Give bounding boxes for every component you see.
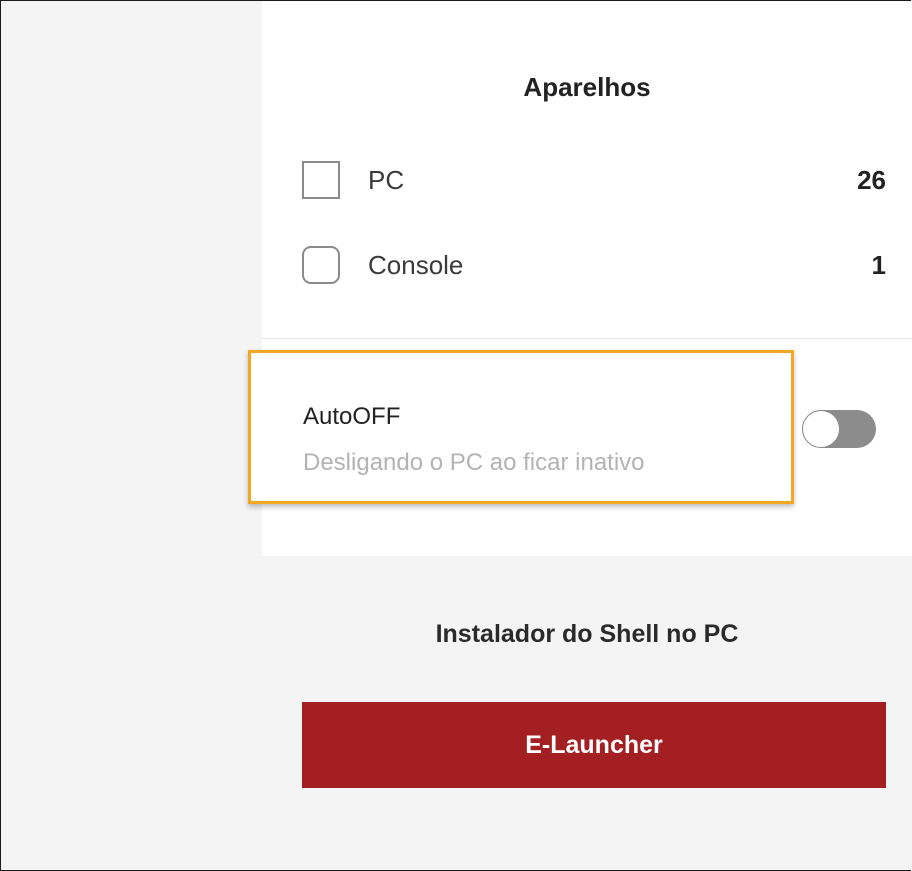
autooff-toggle[interactable] — [802, 410, 876, 448]
device-count-pc: 26 — [857, 164, 886, 195]
pc-checkbox[interactable] — [302, 161, 340, 199]
device-label-console: Console — [368, 249, 464, 280]
autooff-highlight-box: AutoOFF Desligando o PC ao ficar inativo — [248, 350, 794, 504]
toggle-knob — [802, 410, 840, 448]
e-launcher-button[interactable]: E-Launcher — [302, 702, 886, 788]
console-checkbox[interactable] — [302, 246, 340, 284]
device-filter-pc[interactable]: PC 26 — [302, 160, 886, 200]
autooff-description: Desligando o PC ao ficar inativo — [303, 449, 645, 476]
device-count-console: 1 — [871, 249, 886, 280]
section-divider — [262, 338, 912, 339]
device-filter-console[interactable]: Console 1 — [302, 245, 886, 285]
devices-section-title: Aparelhos — [523, 72, 651, 102]
autooff-title: AutoOFF — [303, 403, 401, 430]
installer-label: Instalador do Shell no PC — [435, 620, 739, 648]
device-label-pc: PC — [368, 164, 405, 195]
